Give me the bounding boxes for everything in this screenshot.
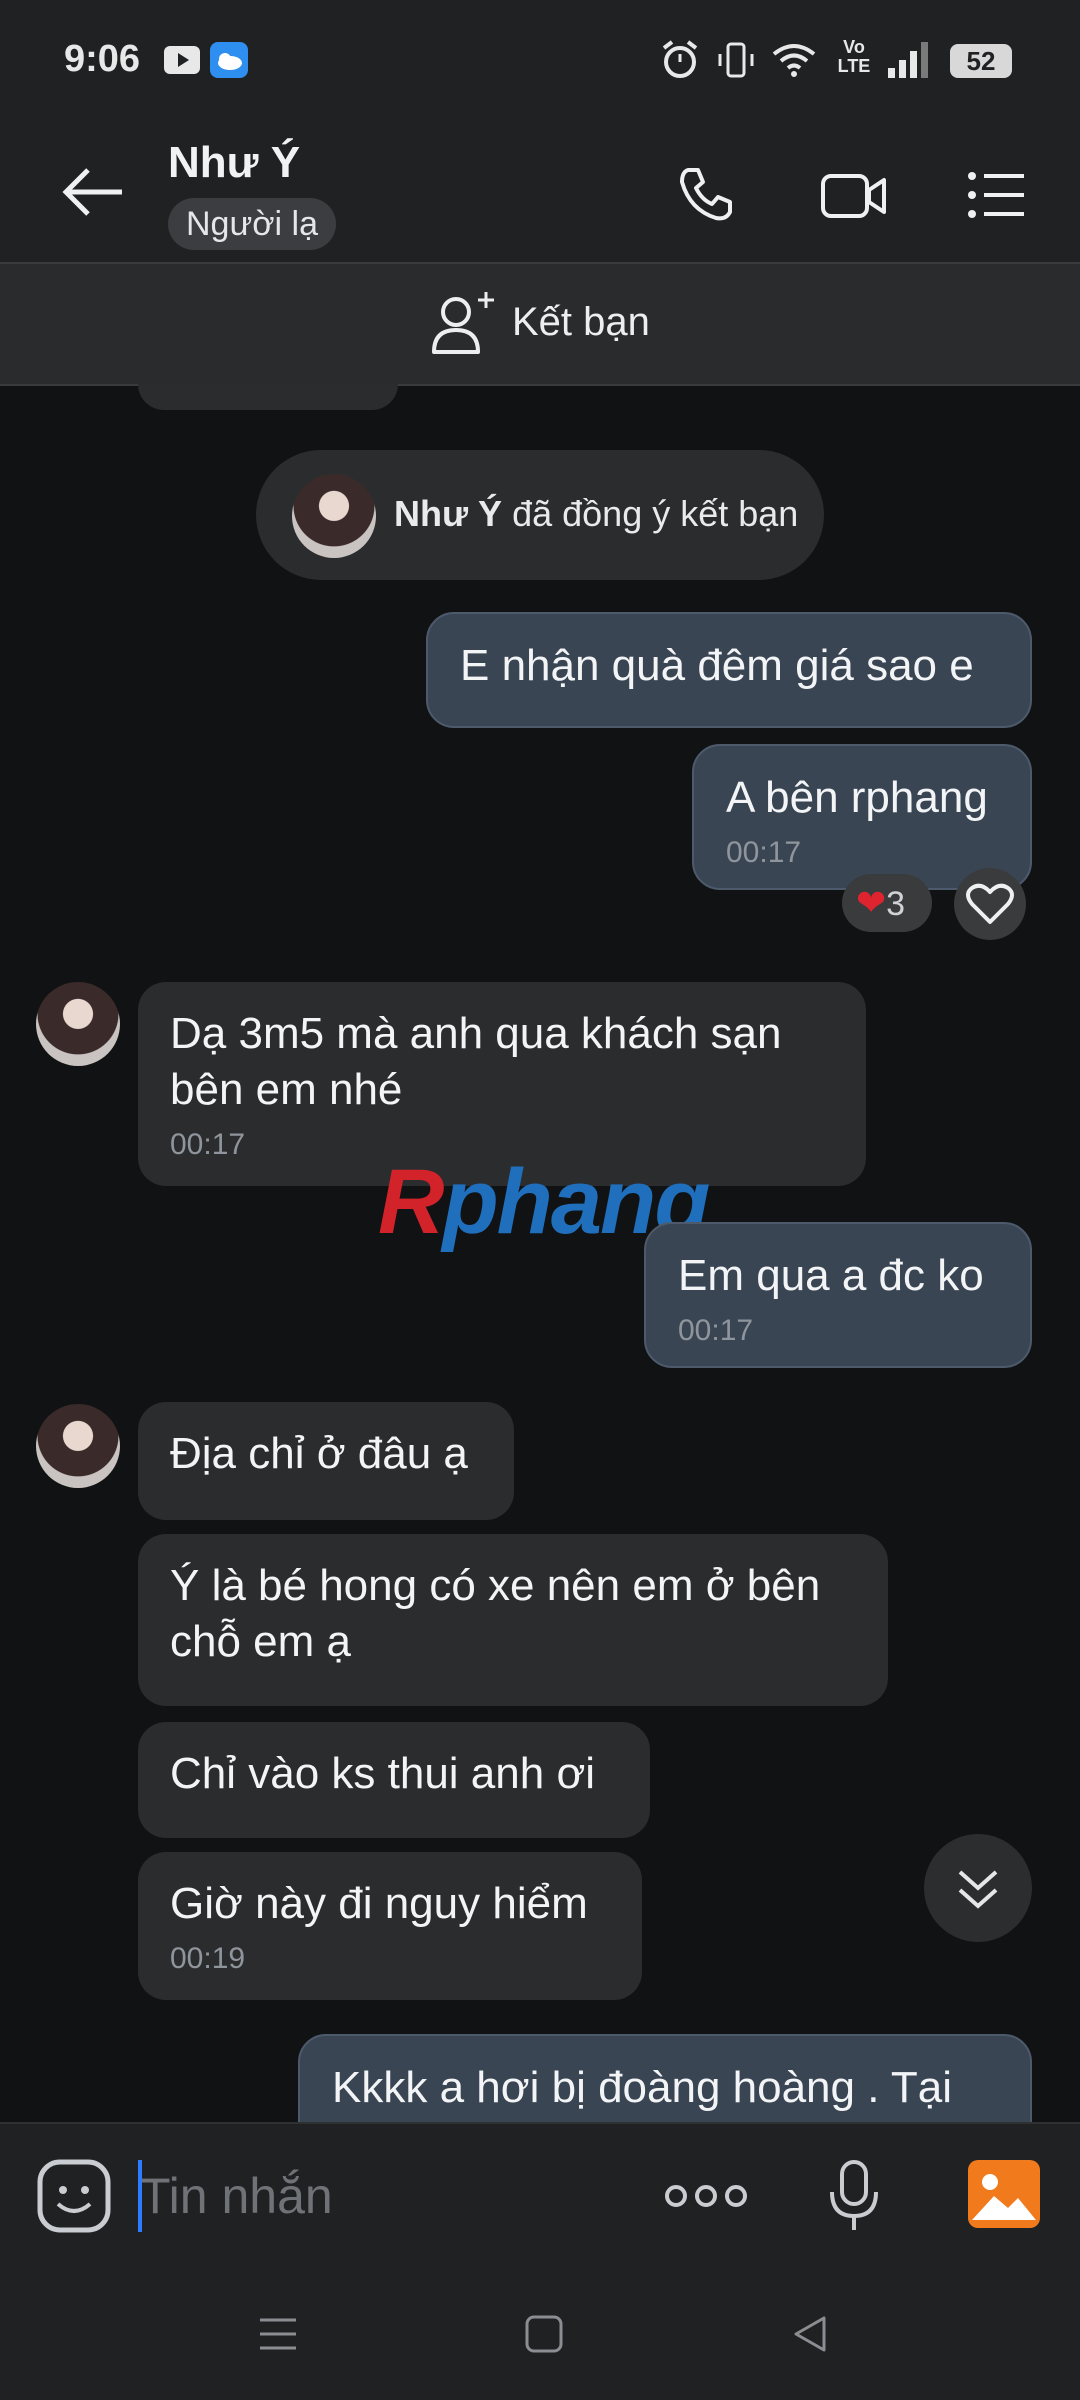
message-bubble[interactable]: Chỉ vào ks thui anh ơi [138,1722,650,1838]
message-text: Kkkk a hơi bị đoàng hoàng . Tại [332,2063,952,2112]
video-call-icon[interactable] [820,170,888,222]
avatar[interactable] [36,982,120,1066]
scroll-to-bottom-button[interactable] [924,1834,1032,1942]
reaction-count: 3 [886,885,906,923]
message-time: 00:19 [170,1942,246,1975]
reaction-badge[interactable]: ❤3 [842,874,932,932]
message-text: Ý là bé hong có xe nên em ở bên chỗ em ạ [170,1561,833,1666]
watermark-first: R [378,1151,444,1253]
message-text: Em qua a đc ko [678,1251,984,1300]
youtube-icon [164,46,200,74]
message-text: Địa chỉ ở đâu ạ [170,1429,468,1478]
battery-icon: 52 [950,44,1012,78]
react-heart-button[interactable] [954,868,1026,940]
add-friend-label[interactable]: Kết bạn [512,300,650,345]
message-text: Chỉ vào ks thui anh ơi [170,1749,596,1798]
avatar[interactable] [36,1404,120,1488]
avatar [292,474,376,558]
double-chevron-down-icon [958,1870,998,1909]
notice-name: Như Ý [394,493,503,534]
home-icon[interactable] [524,2314,564,2354]
heart-icon [966,883,1014,924]
menu-list-icon[interactable] [966,170,1026,220]
alarm-icon [660,40,700,80]
notice-message: đã đồng ý kết bạn [502,493,799,534]
message-bubble[interactable]: Em qua a đc ko 00:17 [644,1222,1032,1368]
chat-header [0,120,1080,262]
message-bubble[interactable]: Địa chỉ ở đâu ạ [138,1402,514,1520]
sticker-emoji-icon[interactable] [36,2158,112,2234]
battery-level: 52 [966,46,996,76]
message-text: Dạ 3m5 mà anh qua khách sạn bên em nhé [170,1009,794,1114]
back-icon[interactable] [790,2314,830,2354]
message-bubble[interactable]: E nhận quà đêm giá sao e [426,612,1032,728]
add-user-icon [430,290,498,358]
message-input[interactable] [138,2160,622,2232]
message-text: A bên rphang [726,773,988,822]
image-gallery-icon[interactable] [966,2158,1042,2230]
notice-text: Như Ý đã đồng ý kết bạn [394,493,798,535]
back-arrow-icon[interactable] [62,166,126,218]
vibrate-icon [716,40,756,80]
message-bubble[interactable]: Ý là bé hong có xe nên em ở bên chỗ em ạ [138,1534,888,1706]
phone-call-icon[interactable] [676,164,736,224]
more-options-icon[interactable] [664,2178,748,2214]
stranger-badge: Người lạ [168,198,336,250]
recent-apps-icon[interactable] [258,2314,298,2354]
signal-icon [886,40,930,80]
message-text: Giờ này đi nguy hiểm [170,1879,588,1928]
weather-icon [210,42,248,78]
message-bubble[interactable]: Giờ này đi nguy hiểm 00:19 [138,1852,642,2000]
message-time: 00:17 [678,1314,754,1347]
status-time: 9:06 [64,38,141,80]
message-input-field[interactable] [138,2160,622,2232]
message-bubble-partial [138,384,398,410]
message-time: 00:17 [726,836,802,869]
heart-reaction-icon: ❤ [856,882,887,923]
text-cursor [138,2160,142,2232]
contact-name[interactable]: Như Ý [168,138,300,188]
wifi-icon [770,40,818,80]
message-text: E nhận quà đêm giá sao e [460,641,974,690]
volte-icon: Vo LTE [837,37,871,76]
microphone-icon[interactable] [826,2158,882,2234]
